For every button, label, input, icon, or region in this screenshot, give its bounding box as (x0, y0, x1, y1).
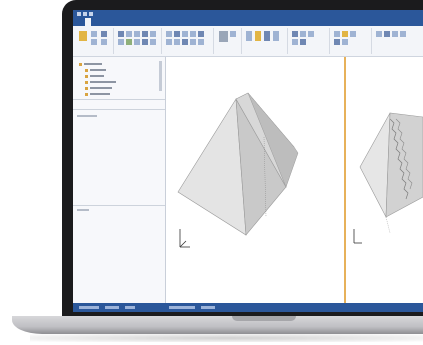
ribbon-group-0 (75, 28, 114, 54)
folder-icon (85, 69, 88, 72)
ribbon-button[interactable] (101, 31, 107, 37)
ribbon-button[interactable] (384, 31, 390, 37)
ribbon-button[interactable] (300, 39, 306, 45)
ribbon-button[interactable] (91, 39, 97, 45)
ribbon-button[interactable] (134, 31, 140, 37)
ribbon-button[interactable] (300, 31, 306, 37)
3d-view-right[interactable] (346, 57, 423, 303)
panel-scrollbar[interactable] (159, 61, 162, 91)
ribbon-button[interactable] (400, 31, 406, 37)
ribbon-button[interactable] (182, 39, 188, 45)
folder-icon (85, 81, 88, 84)
property-row (77, 115, 97, 117)
ribbon-button[interactable] (174, 39, 180, 45)
select-icon[interactable] (219, 31, 228, 42)
ribbon-group-5 (289, 28, 330, 54)
ribbon-tabs (73, 18, 423, 26)
ribbon-button[interactable] (182, 31, 188, 37)
ribbon-button[interactable] (246, 31, 252, 41)
ribbon-button[interactable] (118, 39, 124, 45)
ribbon-group-4 (243, 28, 288, 54)
folder-icon (85, 93, 88, 96)
3d-view-left[interactable] (166, 57, 346, 303)
ribbon-group-7 (373, 28, 421, 54)
product-scene (0, 0, 423, 345)
ribbon-button[interactable] (150, 39, 156, 45)
ribbon-group-1 (115, 28, 162, 54)
ribbon-button[interactable] (342, 39, 348, 45)
ribbon-button[interactable] (166, 39, 172, 45)
tree-item[interactable] (90, 87, 112, 89)
ribbon-button[interactable] (334, 31, 340, 37)
panel-divider (73, 205, 165, 206)
ribbon-button[interactable] (255, 31, 261, 41)
ribbon-button[interactable] (350, 31, 356, 37)
ribbon-button[interactable] (126, 39, 132, 45)
ribbon-group-6 (331, 28, 372, 54)
laptop-shadow (30, 334, 423, 342)
ribbon-group-3 (215, 28, 242, 54)
ribbon-button[interactable] (342, 31, 348, 37)
status-item (105, 306, 119, 309)
status-item[interactable] (201, 306, 215, 309)
property-row (77, 209, 89, 211)
ribbon-button[interactable] (150, 31, 156, 37)
tree-item[interactable] (84, 63, 102, 65)
paste-icon[interactable] (79, 31, 87, 41)
ribbon-button[interactable] (134, 39, 140, 45)
tree-item[interactable] (90, 75, 104, 77)
tree-item[interactable] (90, 69, 106, 71)
ribbon-button[interactable] (126, 31, 132, 37)
laptop-base (12, 316, 423, 334)
ribbon-button[interactable] (174, 31, 180, 37)
tab-1[interactable] (85, 18, 91, 26)
quick-access-toolbar[interactable] (77, 12, 93, 16)
ribbon-button[interactable] (142, 31, 148, 37)
model-browser-panel (73, 57, 166, 303)
ribbon-button[interactable] (166, 31, 172, 37)
ribbon-button[interactable] (392, 31, 398, 37)
ribbon-group-2 (163, 28, 214, 54)
ribbon-button[interactable] (334, 39, 340, 45)
ribbon-button[interactable] (264, 31, 270, 41)
status-item (125, 306, 135, 309)
tree-item[interactable] (90, 93, 110, 95)
folder-icon (85, 87, 88, 90)
folder-icon (79, 63, 82, 66)
panel-divider (73, 99, 165, 100)
ribbon-button[interactable] (101, 39, 107, 45)
ribbon-button[interactable] (142, 39, 148, 45)
laptop-notch (232, 316, 296, 321)
ribbon-button[interactable] (198, 31, 204, 37)
status-item[interactable] (169, 306, 195, 309)
tree-item[interactable] (90, 81, 116, 83)
ribbon-button[interactable] (292, 31, 298, 37)
panel-divider (73, 109, 165, 110)
ribbon-button[interactable] (198, 39, 204, 45)
ribbon-button[interactable] (292, 39, 298, 45)
redo-icon[interactable] (89, 12, 93, 16)
pyramid-icon (177, 92, 299, 248)
stepped-pyramid-icon (353, 112, 423, 244)
title-bar (73, 10, 423, 18)
ribbon-button[interactable] (118, 31, 124, 37)
status-item (79, 306, 99, 309)
save-icon[interactable] (77, 12, 81, 16)
ribbon-button[interactable] (190, 39, 196, 45)
ribbon-button[interactable] (91, 31, 97, 37)
ribbon-button[interactable] (308, 31, 314, 37)
undo-icon[interactable] (83, 12, 87, 16)
status-bar (73, 303, 423, 312)
folder-icon (85, 75, 88, 78)
ribbon-button[interactable] (376, 31, 382, 37)
ribbon (73, 26, 423, 57)
ribbon-button[interactable] (230, 31, 236, 37)
laptop-screen (73, 10, 423, 312)
ribbon-button[interactable] (273, 31, 279, 41)
ribbon-button[interactable] (190, 31, 196, 37)
